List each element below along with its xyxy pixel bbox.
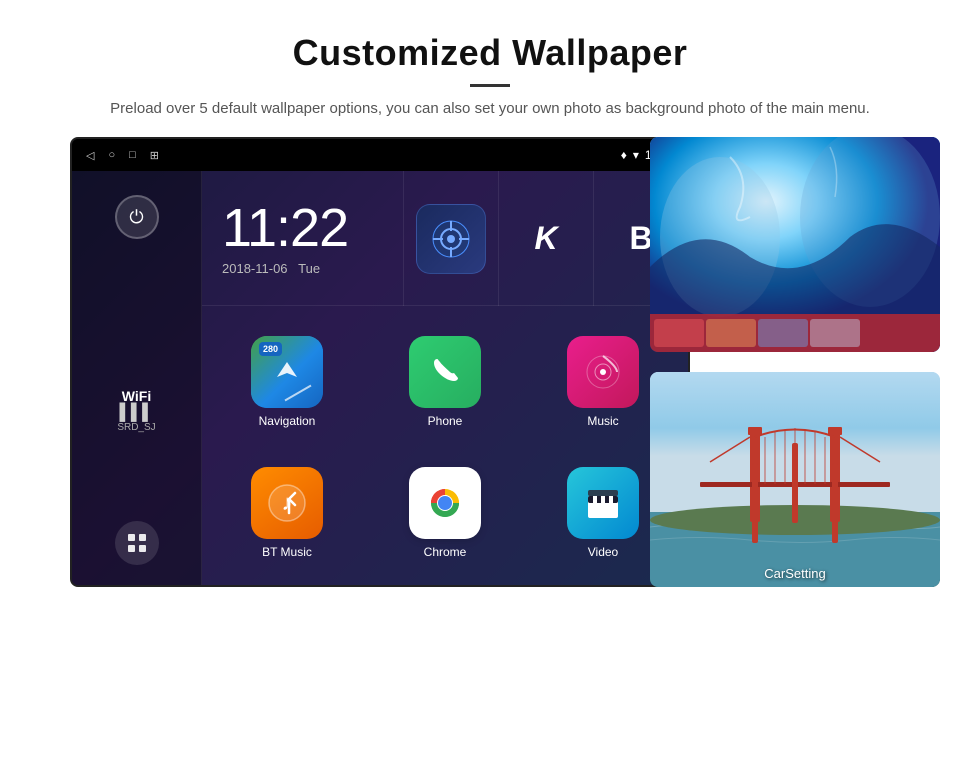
thumb-2[interactable] [706, 319, 756, 347]
main-content: 11:22 2018-11-06 Tue [202, 171, 688, 587]
video-label: Video [588, 545, 618, 559]
header-section: Customized Wallpaper Preload over 5 defa… [0, 0, 980, 137]
device-frame: ◁ ○ □ ⊞ ♦ ▾ 11:22 ⏻ WiFi ▌▌▌ SRD_ [70, 137, 690, 587]
wifi-label: WiFi [117, 388, 155, 404]
nav-badge: 280 [259, 342, 282, 356]
thumb-1[interactable] [654, 319, 704, 347]
navigation-label: Navigation [259, 414, 316, 428]
recents-icon[interactable]: □ [129, 149, 136, 161]
phone-label: Phone [428, 414, 463, 428]
btmusic-icon: ♪ [251, 467, 323, 539]
thumbnails-strip [650, 314, 940, 352]
sidebar: ⏻ WiFi ▌▌▌ SRD_SJ [72, 171, 202, 587]
app-chrome[interactable]: Chrome [368, 450, 522, 578]
power-button[interactable]: ⏻ [115, 195, 159, 239]
sidebar-top: ⏻ [115, 195, 159, 239]
navigation-icon: 280 [251, 336, 323, 408]
page-title: Customized Wallpaper [80, 32, 900, 74]
app-navigation[interactable]: 280 Navigation [210, 318, 364, 446]
music-icon [567, 336, 639, 408]
ki-app-tile[interactable]: K [498, 171, 593, 306]
main-area: ◁ ○ □ ⊞ ♦ ▾ 11:22 ⏻ WiFi ▌▌▌ SRD_ [40, 137, 940, 627]
app-btmusic[interactable]: ♪ BT Music [210, 450, 364, 578]
overlay-images: CarSetting [650, 137, 940, 587]
wifi-status-icon: ▾ [633, 148, 639, 162]
status-left: ◁ ○ □ ⊞ [86, 149, 159, 162]
chrome-label: Chrome [424, 545, 467, 559]
ice-cave-overlay[interactable] [650, 137, 940, 352]
apps-button[interactable] [115, 521, 159, 565]
carsetting-label: CarSetting [650, 566, 940, 581]
device-content: ⏻ WiFi ▌▌▌ SRD_SJ [72, 171, 688, 587]
signal-icon [416, 204, 486, 274]
video-icon [567, 467, 639, 539]
screenshot-icon[interactable]: ⊞ [150, 149, 159, 162]
wifi-info: WiFi ▌▌▌ SRD_SJ [117, 388, 155, 433]
golden-gate-image [650, 372, 940, 587]
clock-date: 2018-11-06 Tue [222, 261, 383, 276]
status-bar: ◁ ○ □ ⊞ ♦ ▾ 11:22 [72, 139, 688, 171]
app-phone[interactable]: Phone [368, 318, 522, 446]
page-subtitle: Preload over 5 default wallpaper options… [80, 97, 900, 121]
phone-icon [409, 336, 481, 408]
carsetting-overlay[interactable]: CarSetting [650, 372, 940, 587]
ki-label: K [534, 220, 557, 257]
time-section: 11:22 2018-11-06 Tue [202, 171, 403, 305]
wifi-app-tile[interactable] [403, 171, 498, 306]
location-icon: ♦ [621, 148, 627, 162]
back-icon[interactable]: ◁ [86, 149, 94, 162]
clock-time: 11:22 [222, 201, 383, 255]
music-label: Music [587, 414, 618, 428]
top-row: 11:22 2018-11-06 Tue [202, 171, 688, 306]
title-divider [470, 84, 510, 87]
wifi-ssid: SRD_SJ [117, 422, 155, 433]
home-icon[interactable]: ○ [108, 149, 115, 161]
thumb-3[interactable] [758, 319, 808, 347]
app-grid: 280 Navigation [202, 306, 688, 587]
chrome-icon [409, 467, 481, 539]
thumb-4[interactable] [810, 319, 860, 347]
btmusic-label: BT Music [262, 545, 312, 559]
wifi-bars-icon: ▌▌▌ [117, 404, 155, 422]
